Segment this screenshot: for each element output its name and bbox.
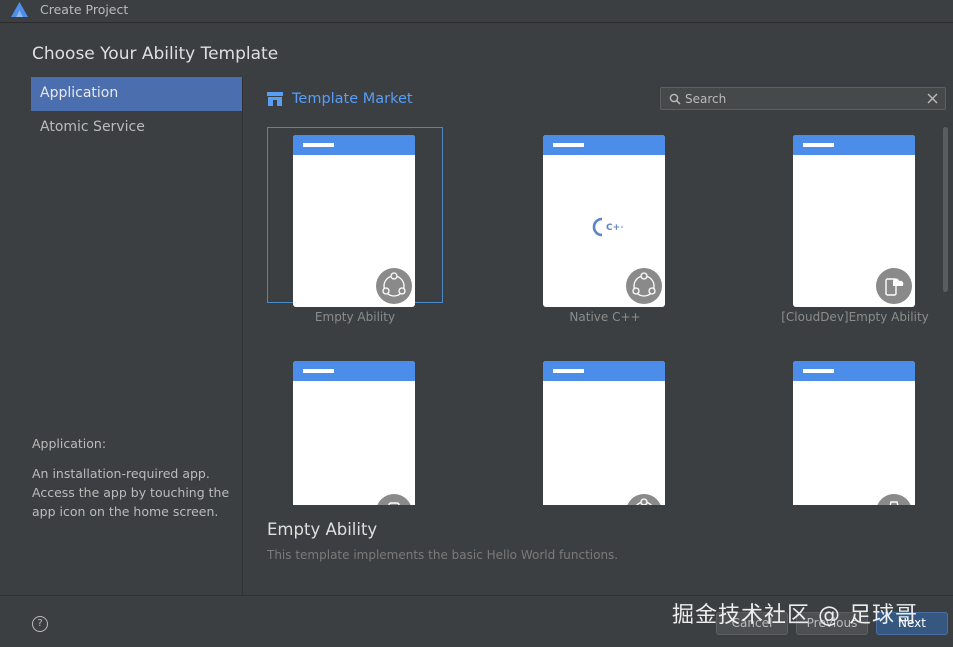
sidebar: Application Atomic Service [31,77,242,145]
title-bar: Create Project [0,0,953,23]
template-market-label: Template Market [292,91,413,107]
search-icon [669,93,681,105]
preview-title-bar [293,361,415,381]
sidebar-item-application[interactable]: Application [31,77,242,111]
template-grid: Empty Ability C++ Native C++ [CloudDev]E… [243,120,940,505]
watermark: 掘金技术社区 @ 足球哥 [672,603,918,628]
ability-icon [376,268,412,304]
template-label: Empty Ability [314,310,396,324]
cpp-logo-text: C++ [606,223,623,233]
template-preview [543,361,665,505]
phone-icon [376,494,412,505]
category-description-title: Application: [32,436,107,451]
preview-title-bar [543,135,665,155]
store-icon [267,92,283,106]
category-description-text: An installation-required app. Access the… [32,466,230,519]
page-title: Choose Your Ability Template [32,44,279,64]
preview-title-bar [793,135,915,155]
footer-divider [0,595,953,596]
app-logo-icon [11,2,28,17]
selected-template-name: Empty Ability [267,520,378,539]
preview-title-bar [293,135,415,155]
preview-title-bar [793,361,915,381]
template-preview [793,135,915,307]
template-label: [CloudDev]Empty Ability [781,310,929,324]
template-preview [793,361,915,505]
cpp-logo-icon: C++ [592,217,623,237]
preview-title-bar [543,361,665,381]
sidebar-item-atomic-service[interactable]: Atomic Service [31,111,242,145]
help-icon[interactable]: ? [32,616,48,632]
ability-icon [626,494,662,505]
search-input[interactable] [685,90,917,107]
window-title: Create Project [40,2,129,17]
template-market-link[interactable]: Template Market [267,90,413,108]
template-grid-scrollbar[interactable] [943,127,948,292]
cloud-device-icon [876,268,912,304]
template-preview: C++ [543,135,665,307]
template-label: Native C++ [569,310,641,324]
search-box [660,87,946,110]
clear-search-icon[interactable] [927,93,938,104]
template-preview [293,361,415,505]
ability-icon [626,268,662,304]
selected-template-description: This template implements the basic Hello… [267,548,619,562]
template-preview [293,135,415,307]
watch-icon [876,494,912,505]
